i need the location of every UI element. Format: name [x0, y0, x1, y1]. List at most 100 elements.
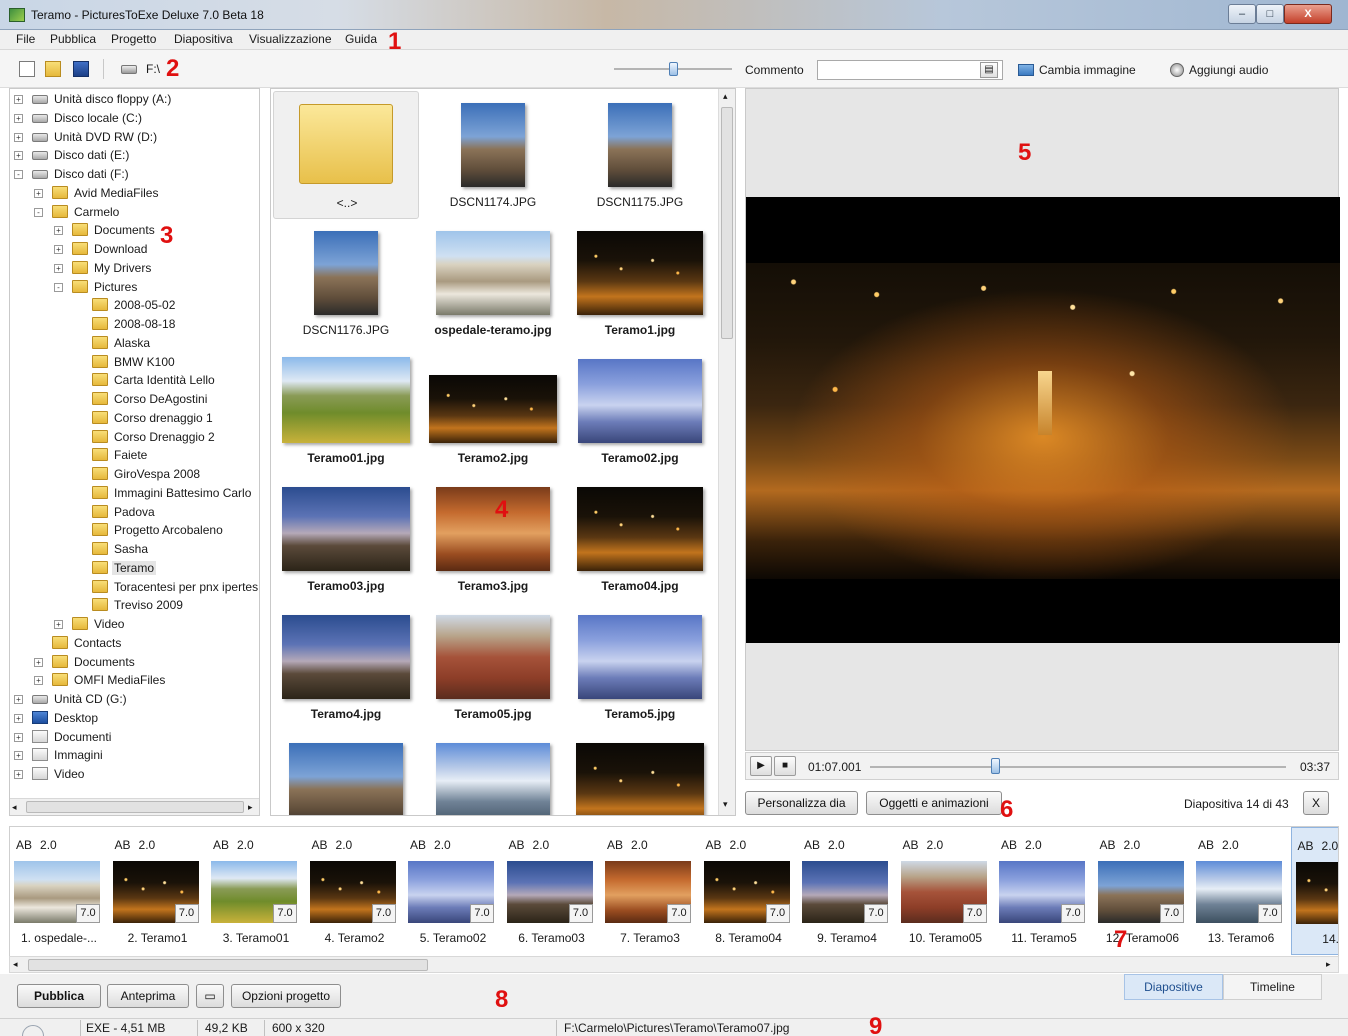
- image-thumbnail[interactable]: DSCN1175.JPG: [567, 91, 713, 219]
- image-thumbnail[interactable]: Teramo01.jpg: [273, 347, 419, 475]
- change-image-icon[interactable]: [1018, 64, 1034, 76]
- slide-duration[interactable]: 7.0: [1258, 904, 1282, 923]
- menu-visualizzazione[interactable]: Visualizzazione: [247, 32, 334, 46]
- maximize-button[interactable]: □: [1256, 4, 1284, 24]
- timeline-slider-thumb[interactable]: [990, 758, 1000, 774]
- slide-duration[interactable]: 7.0: [273, 904, 297, 923]
- expand-icon[interactable]: +: [14, 95, 23, 104]
- publish-button[interactable]: Pubblica: [17, 984, 101, 1008]
- audio-icon[interactable]: [1170, 63, 1184, 77]
- slide-transition-info[interactable]: AB 2.0: [706, 838, 747, 852]
- save-icon[interactable]: [73, 61, 89, 77]
- menu-guida[interactable]: Guida: [343, 32, 379, 46]
- project-options-button[interactable]: Opzioni progetto: [231, 984, 341, 1008]
- slide-duration[interactable]: 7.0: [962, 904, 987, 923]
- slide-transition-info[interactable]: AB 2.0: [509, 838, 550, 852]
- image-thumbnails-panel[interactable]: <..> DSCN1174.JPG DSCN1175.JPG DSCN1176.JPG…: [270, 88, 736, 816]
- image-thumbnail[interactable]: Teramo3.jpg: [420, 475, 566, 603]
- slide-duration[interactable]: 7.0: [76, 904, 100, 923]
- expand-icon[interactable]: +: [54, 226, 63, 236]
- image-thumbnail[interactable]: ospedale-teramo.jpg: [420, 219, 566, 347]
- image-thumbnail[interactable]: Teramo4.jpg: [273, 603, 419, 731]
- expand-icon[interactable]: +: [14, 732, 23, 742]
- thumbnails-vertical-scrollbar[interactable]: ▴ ▾: [718, 89, 735, 815]
- expand-icon[interactable]: +: [14, 151, 23, 161]
- collapse-icon[interactable]: -: [54, 282, 63, 292]
- objects-animations-button[interactable]: Oggetti e animazioni: [866, 791, 1002, 815]
- image-thumbnail[interactable]: Teramo04.jpg: [567, 475, 713, 603]
- menu-progetto[interactable]: Progetto: [109, 32, 158, 46]
- slide-transition-info[interactable]: AB 2.0: [312, 838, 353, 852]
- tree-scroll-thumb[interactable]: [26, 801, 244, 813]
- expand-icon[interactable]: +: [34, 676, 43, 686]
- filmstrip-scroll-thumb[interactable]: [28, 959, 428, 971]
- scroll-up-arrow-icon[interactable]: ▴: [723, 91, 728, 102]
- slide-transition-info[interactable]: AB 2.0: [1100, 838, 1141, 852]
- image-thumbnail[interactable]: Teramo5.jpg: [567, 603, 713, 731]
- expand-icon[interactable]: +: [14, 113, 23, 123]
- slide-transition-info[interactable]: AB 2.0: [804, 838, 845, 852]
- image-thumbnail[interactable]: Teramo1.jpg: [567, 219, 713, 347]
- slide-item[interactable]: AB2.07.014. Ter: [1290, 827, 1339, 955]
- collapse-icon[interactable]: -: [34, 207, 43, 217]
- tree-horizontal-scrollbar[interactable]: ◂ ▸: [10, 798, 259, 815]
- menu-pubblica[interactable]: Pubblica: [48, 32, 98, 46]
- open-folder-icon[interactable]: [45, 61, 61, 77]
- slide-transition-info[interactable]: AB 2.0: [16, 838, 57, 852]
- menu-diapositiva[interactable]: Diapositiva: [172, 32, 235, 46]
- slide-item[interactable]: AB 2.0 7.0 8. Teramo04: [700, 827, 798, 955]
- slide-transition-info[interactable]: AB 2.0: [410, 838, 451, 852]
- collapse-icon[interactable]: -: [14, 170, 23, 179]
- slide-item[interactable]: AB 2.0 7.0 7. Teramo3: [601, 827, 699, 955]
- thumbnails-scroll-thumb[interactable]: [721, 107, 733, 339]
- slide-item[interactable]: AB 2.0 7.0 12. Teramo06: [1094, 827, 1192, 955]
- image-thumbnail[interactable]: Teramo03.jpg: [273, 475, 419, 603]
- slide-transition-info[interactable]: AB 2.0: [1298, 839, 1339, 853]
- image-thumbnail[interactable]: Teramo2.jpg: [420, 347, 566, 475]
- scroll-right-arrow-icon[interactable]: ▸: [1326, 959, 1331, 970]
- image-thumbnail[interactable]: Teramo02.jpg: [567, 347, 713, 475]
- tab-timeline[interactable]: Timeline: [1223, 974, 1322, 1000]
- slide-transition-info[interactable]: AB 2.0: [1001, 838, 1042, 852]
- expand-icon[interactable]: +: [14, 770, 23, 779]
- tab-slides[interactable]: Diapositive: [1124, 974, 1223, 1000]
- menu-file[interactable]: File: [14, 32, 37, 46]
- slide-item[interactable]: AB 2.0 7.0 4. Teramo2: [306, 827, 404, 955]
- filmstrip-horizontal-scrollbar[interactable]: ◂ ▸: [9, 956, 1339, 973]
- new-file-icon[interactable]: [19, 61, 35, 77]
- slide-item[interactable]: AB 2.0 7.0 5. Teramo02: [404, 827, 502, 955]
- close-preview-button[interactable]: X: [1303, 791, 1329, 815]
- image-thumbnail[interactable]: [420, 731, 566, 815]
- minimize-button[interactable]: –: [1228, 4, 1256, 24]
- fullscreen-preview-icon[interactable]: ▭: [196, 984, 224, 1008]
- image-thumbnail[interactable]: Teramo05.jpg: [420, 603, 566, 731]
- slide-item[interactable]: AB 2.0 7.0 1. ospedale-...: [10, 827, 108, 955]
- scroll-right-arrow-icon[interactable]: ▸: [248, 802, 253, 813]
- expand-icon[interactable]: +: [14, 751, 23, 761]
- expand-icon[interactable]: +: [34, 188, 43, 198]
- parent-folder-thumbnail[interactable]: <..>: [273, 91, 419, 219]
- expand-icon[interactable]: +: [54, 263, 63, 273]
- comment-input[interactable]: [817, 60, 1003, 80]
- close-button[interactable]: X: [1284, 4, 1332, 24]
- slide-duration[interactable]: 7.0: [667, 904, 691, 923]
- slide-item[interactable]: AB 2.0 7.0 13. Teramo6: [1192, 827, 1290, 955]
- expand-icon[interactable]: +: [34, 657, 43, 667]
- scroll-left-arrow-icon[interactable]: ◂: [13, 959, 18, 970]
- image-thumbnail[interactable]: [273, 731, 419, 815]
- folder-tree[interactable]: + Unità disco floppy (A:) + Disco locale (C…: [9, 88, 260, 816]
- play-icon[interactable]: ▶: [750, 756, 772, 776]
- expand-icon[interactable]: +: [14, 132, 23, 142]
- slide-item[interactable]: AB 2.0 7.0 10. Teramo05: [897, 827, 995, 955]
- comment-edit-icon[interactable]: ▤: [980, 62, 998, 78]
- slide-duration[interactable]: 7.0: [174, 904, 199, 923]
- slide-duration[interactable]: 7.0: [1159, 904, 1184, 923]
- scroll-left-arrow-icon[interactable]: ◂: [12, 802, 17, 813]
- slide-item[interactable]: AB 2.0 7.0 3. Teramo01: [207, 827, 305, 955]
- slide-duration[interactable]: 7.0: [371, 904, 396, 923]
- scroll-down-arrow-icon[interactable]: ▾: [723, 799, 728, 810]
- slide-item[interactable]: AB 2.0 7.0 6. Teramo03: [503, 827, 601, 955]
- image-thumbnail[interactable]: DSCN1174.JPG: [420, 91, 566, 219]
- slide-duration[interactable]: 7.0: [864, 904, 888, 923]
- slide-duration[interactable]: 7.0: [568, 904, 593, 923]
